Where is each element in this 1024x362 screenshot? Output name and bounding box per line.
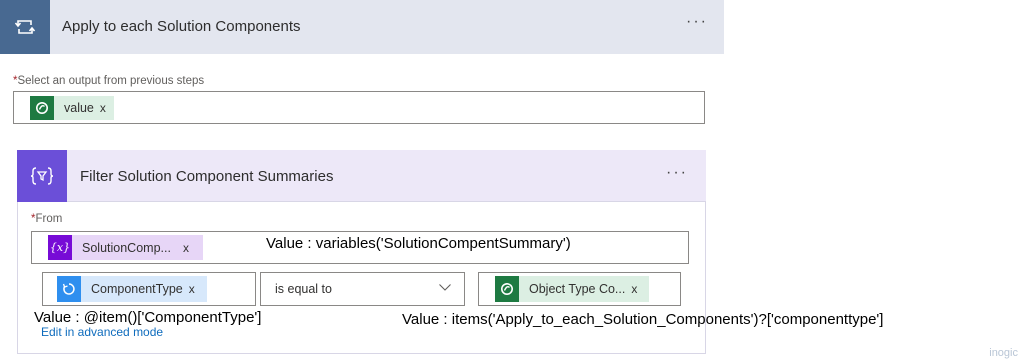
from-value-annotation: Value : variables('SolutionCompentSummar…: [266, 235, 571, 252]
right-value-annotation: Value : items('Apply_to_each_Solution_Co…: [402, 311, 884, 328]
loop-icon: [0, 0, 50, 54]
output-select-label-text: Select an output from previous steps: [17, 75, 205, 87]
condition-left-field[interactable]: ComponentType x: [42, 272, 256, 306]
solution-comp-token-label: SolutionComp...: [82, 240, 171, 255]
dataverse-icon: [495, 276, 519, 302]
solution-comp-token[interactable]: {x} SolutionComp... x: [48, 235, 203, 260]
filter-menu-button[interactable]: ···: [666, 164, 688, 182]
component-type-token-remove-button[interactable]: x: [189, 282, 195, 296]
component-type-token[interactable]: ComponentType x: [57, 276, 207, 302]
filter-array-icon: [17, 150, 67, 202]
loop-title[interactable]: Apply to each Solution Components: [62, 18, 300, 35]
operator-dropdown[interactable]: is equal to: [260, 272, 465, 306]
left-value-annotation: Value : @item()['ComponentType']: [34, 309, 262, 326]
value-token-remove-button[interactable]: x: [100, 101, 106, 115]
value-token[interactable]: value x: [30, 96, 114, 120]
object-type-token-remove-button[interactable]: x: [631, 282, 637, 296]
filter-title[interactable]: Filter Solution Component Summaries: [80, 168, 333, 185]
edit-advanced-mode-link[interactable]: Edit in advanced mode: [41, 325, 163, 339]
watermark: inogic: [989, 347, 1018, 359]
loop-menu-button[interactable]: ···: [686, 13, 708, 31]
output-select-label: *Select an output from previous steps: [13, 75, 204, 87]
object-type-token-label: Object Type Co...: [529, 282, 626, 296]
from-label: *From: [31, 213, 62, 225]
chevron-down-icon: [438, 280, 452, 299]
condition-right-field[interactable]: Object Type Co... x: [478, 272, 681, 306]
variable-icon: {x}: [48, 235, 72, 260]
component-type-token-label: ComponentType: [91, 282, 183, 296]
from-label-text: From: [35, 213, 63, 225]
operator-value: is equal to: [275, 282, 332, 296]
dataverse-icon: [30, 96, 54, 120]
solution-comp-token-remove-button[interactable]: x: [183, 241, 189, 255]
object-type-token[interactable]: Object Type Co... x: [495, 276, 650, 302]
loop-icon: [57, 276, 81, 302]
value-token-label: value: [64, 101, 94, 115]
output-select-field[interactable]: value x: [13, 91, 705, 124]
